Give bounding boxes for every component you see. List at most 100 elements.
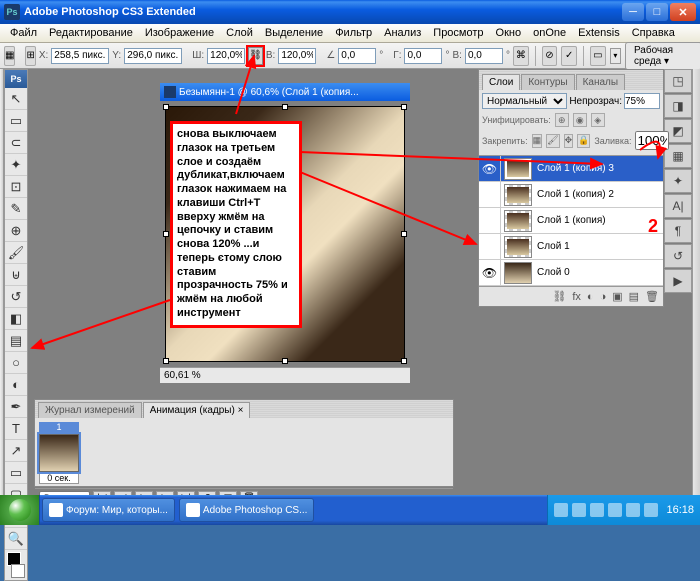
height-input[interactable] <box>278 48 316 64</box>
layer-thumbnail[interactable] <box>504 262 532 284</box>
tray-icon[interactable] <box>608 503 622 517</box>
heal-tool-icon[interactable]: ⊕ <box>5 220 27 242</box>
menu-help[interactable]: Справка <box>626 25 681 41</box>
tab-layers[interactable]: Слои <box>482 74 520 90</box>
y-input[interactable] <box>124 48 182 64</box>
delete-layer-icon[interactable]: 🗑 <box>645 290 659 303</box>
lock-paint-icon[interactable]: 🖌 <box>546 134 559 148</box>
zoom-value[interactable]: 60,61 % <box>164 370 201 381</box>
layer-row[interactable]: Слой 1 <box>479 234 663 260</box>
brush-tool-icon[interactable]: 🖌 <box>5 242 27 264</box>
zoom-tool-icon[interactable]: 🔍 <box>5 528 27 550</box>
shape-tool-icon[interactable]: ▭ <box>5 462 27 484</box>
layer-thumbnail[interactable] <box>504 210 532 232</box>
close-button[interactable]: ✕ <box>670 3 696 21</box>
start-button[interactable] <box>0 495 40 525</box>
marquee-tool-icon[interactable]: ▭ <box>5 110 27 132</box>
blur-tool-icon[interactable]: ○ <box>5 352 27 374</box>
gradient-tool-icon[interactable]: ▤ <box>5 330 27 352</box>
tray-icon[interactable] <box>590 503 604 517</box>
transform-tool-icon[interactable]: ▦ <box>4 46 15 66</box>
frame-delay[interactable]: 0 сек. <box>39 472 79 484</box>
menu-select[interactable]: Выделение <box>259 25 329 41</box>
menu-onone[interactable]: onOne <box>527 25 572 41</box>
right-dock-strip[interactable] <box>692 69 700 495</box>
menu-image[interactable]: Изображение <box>139 25 220 41</box>
menu-window[interactable]: Окно <box>490 25 528 41</box>
wand-tool-icon[interactable]: ✦ <box>5 154 27 176</box>
layer-thumbnail[interactable] <box>504 184 532 206</box>
visibility-eye-icon[interactable] <box>479 234 501 259</box>
tab-channels[interactable]: Каналы <box>576 74 626 90</box>
layer-row[interactable]: Слой 1 (копия) 2 <box>479 182 663 208</box>
lock-all-icon[interactable]: 🔒 <box>577 134 590 148</box>
tab-measurements[interactable]: Журнал измерений <box>38 402 142 418</box>
layer-name[interactable]: Слой 1 (копия) <box>535 215 663 226</box>
layer-group-icon[interactable]: ▣ <box>612 290 622 303</box>
layer-name[interactable]: Слой 1 (копия) 3 <box>535 163 663 174</box>
character-icon[interactable]: A| <box>664 194 692 218</box>
crop-tool-icon[interactable]: ⊡ <box>5 176 27 198</box>
eyedropper-tool-icon[interactable]: ✎ <box>5 198 27 220</box>
animation-frame[interactable]: 1 0 сек. <box>39 422 79 484</box>
vskew-input[interactable] <box>465 48 503 64</box>
layer-row[interactable]: 👁 Слой 0 <box>479 260 663 286</box>
layer-row[interactable]: 👁 Слой 1 (копия) 3 <box>479 156 663 182</box>
opacity-input[interactable] <box>624 93 660 109</box>
styles-icon[interactable]: ✦ <box>664 169 692 193</box>
dodge-tool-icon[interactable]: ◐ <box>5 374 27 396</box>
maximize-button[interactable]: □ <box>646 3 668 21</box>
link-chain-icon[interactable]: ⛓ <box>248 47 263 65</box>
unify-visibility-icon[interactable]: ◉ <box>573 113 587 127</box>
layer-name[interactable]: Слой 1 (копия) 2 <box>535 189 663 200</box>
screen-mode-drop[interactable]: ▾ <box>610 48 621 64</box>
warp-icon[interactable]: ⌘ <box>513 46 529 66</box>
unify-position-icon[interactable]: ⊕ <box>555 113 569 127</box>
tray-icon[interactable] <box>554 503 568 517</box>
eraser-tool-icon[interactable]: ◧ <box>5 308 27 330</box>
commit-transform-icon[interactable]: ✓ <box>561 46 577 66</box>
tray-icon[interactable] <box>644 503 658 517</box>
paragraph-icon[interactable]: ¶ <box>664 219 692 243</box>
history-brush-tool-icon[interactable]: ↺ <box>5 286 27 308</box>
move-tool-icon[interactable]: ↖ <box>5 88 27 110</box>
width-input[interactable] <box>207 48 245 64</box>
color-swatch[interactable] <box>5 550 27 580</box>
histogram-icon[interactable]: ◨ <box>664 94 692 118</box>
reference-point-icon[interactable]: ⊞ <box>25 46 35 66</box>
cancel-transform-icon[interactable]: ⊘ <box>542 46 558 66</box>
menu-extensis[interactable]: Extensis <box>572 25 626 41</box>
menu-layer[interactable]: Слой <box>220 25 259 41</box>
visibility-eye-icon[interactable]: 👁 <box>479 260 501 285</box>
visibility-eye-icon[interactable] <box>479 208 501 233</box>
stamp-tool-icon[interactable]: ⊎ <box>5 264 27 286</box>
hskew-input[interactable] <box>404 48 442 64</box>
layer-thumbnail[interactable] <box>504 158 532 180</box>
unify-style-icon[interactable]: ◈ <box>591 113 605 127</box>
angle-input[interactable] <box>338 48 376 64</box>
history-icon[interactable]: ↺ <box>664 244 692 268</box>
path-tool-icon[interactable]: ↗ <box>5 440 27 462</box>
screen-mode-icon[interactable]: ▭ <box>590 46 606 66</box>
menu-view[interactable]: Просмотр <box>427 25 489 41</box>
pen-tool-icon[interactable]: ✒ <box>5 396 27 418</box>
actions-icon[interactable]: ▶ <box>664 269 692 293</box>
blend-mode-select[interactable]: Нормальный <box>482 93 567 109</box>
type-tool-icon[interactable]: T <box>5 418 27 440</box>
taskbar-item[interactable]: Adobe Photoshop CS... <box>179 498 315 522</box>
lock-pixels-icon[interactable]: ▦ <box>532 134 543 148</box>
tray-icon[interactable] <box>626 503 640 517</box>
link-layers-icon[interactable]: ⛓ <box>552 290 566 303</box>
fill-input[interactable] <box>635 131 669 150</box>
lock-position-icon[interactable]: ✥ <box>564 134 574 148</box>
tab-paths[interactable]: Контуры <box>521 74 574 90</box>
minimize-button[interactable]: ─ <box>622 3 644 21</box>
menu-edit[interactable]: Редактирование <box>43 25 139 41</box>
frame-thumbnail[interactable] <box>39 434 79 472</box>
menu-file[interactable]: Файл <box>4 25 43 41</box>
x-input[interactable] <box>51 48 109 64</box>
toolbox-header-icon[interactable]: Ps <box>5 70 27 88</box>
layer-mask-icon[interactable]: ◐ <box>587 291 594 303</box>
layer-thumbnail[interactable] <box>504 236 532 258</box>
document-title-bar[interactable]: Безымянн-1 @ 60,6% (Слой 1 (копия... <box>160 83 410 101</box>
